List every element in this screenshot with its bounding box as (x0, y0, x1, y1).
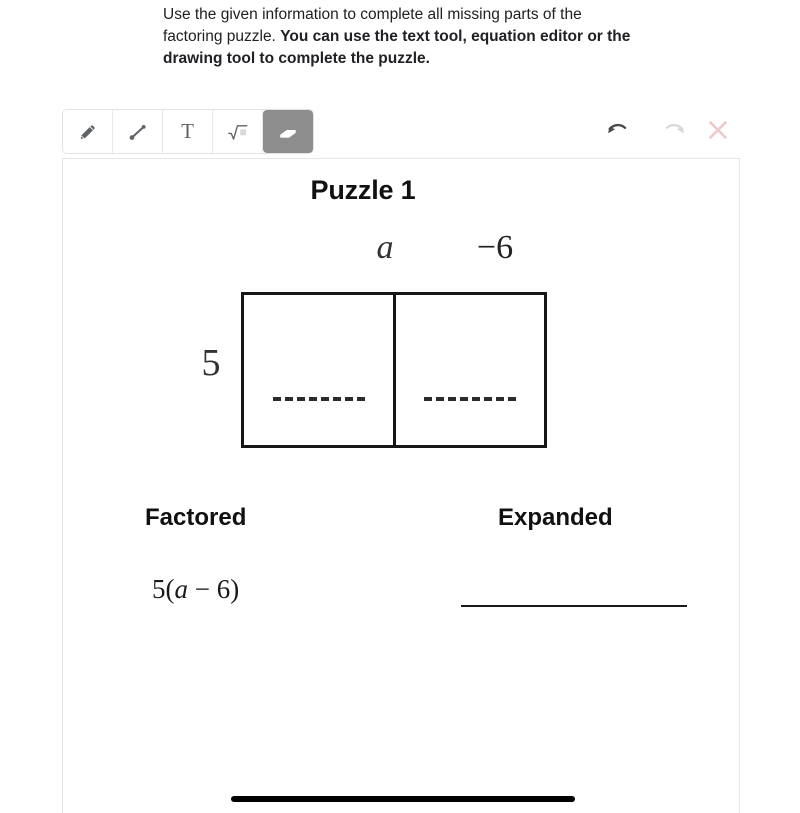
factored-expression: 5(a − 6) (152, 574, 239, 605)
tool-eraser[interactable] (263, 110, 313, 153)
puzzle-title: Puzzle 1 (310, 175, 416, 205)
close-button[interactable] (698, 112, 738, 152)
area-model-cell-left[interactable] (244, 295, 397, 445)
drawn-stroke-mark[interactable] (231, 796, 575, 802)
undo-arrow-icon (605, 119, 631, 146)
close-x-icon (705, 117, 731, 148)
row-label: 5 (201, 342, 221, 384)
eraser-icon (276, 121, 300, 143)
factored-heading: Factored (145, 504, 247, 531)
text-icon: T (181, 119, 194, 143)
cell-blank-right[interactable] (424, 397, 517, 401)
redo-arrow-icon (661, 119, 687, 146)
expanded-answer-blank[interactable] (461, 605, 687, 607)
expanded-heading: Expanded (498, 504, 613, 531)
instruction-text: Use the given information to complete al… (163, 4, 641, 70)
area-model-box (241, 292, 547, 448)
pencil-icon (77, 121, 99, 143)
column-label-right: −6 (476, 229, 514, 266)
tool-line[interactable] (113, 110, 163, 153)
area-model-cell-right[interactable] (396, 295, 544, 445)
undo-button[interactable] (598, 112, 638, 152)
worksheet-canvas[interactable]: Puzzle 1 a −6 5 Factored Expanded 5(a − … (62, 158, 740, 813)
drawing-toolbar: T (62, 109, 314, 154)
tool-text[interactable]: T (163, 110, 213, 153)
factored-operator: − 6) (188, 574, 240, 604)
cell-blank-left[interactable] (272, 397, 365, 401)
square-root-icon (226, 121, 250, 143)
action-buttons (598, 112, 738, 152)
redo-button[interactable] (654, 112, 694, 152)
factored-variable: a (174, 574, 189, 604)
tool-pencil[interactable] (63, 110, 113, 153)
column-label-left: a (376, 229, 394, 266)
tool-equation-editor[interactable] (213, 110, 263, 153)
line-icon (127, 121, 149, 143)
factored-coefficient: 5( (152, 574, 175, 604)
